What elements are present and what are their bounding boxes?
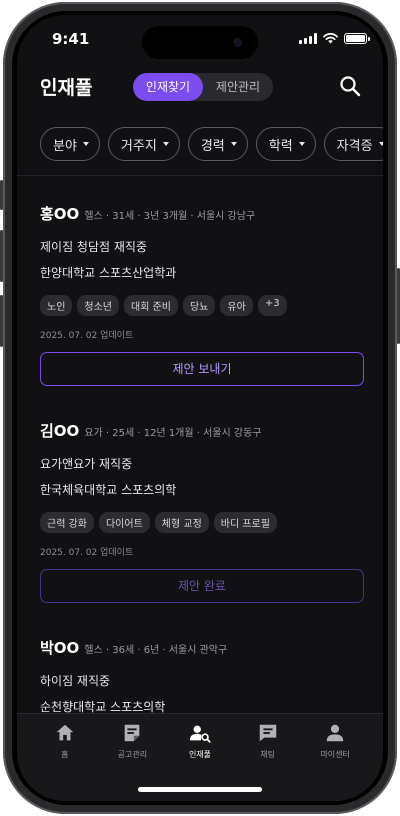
status-icons — [299, 33, 370, 44]
tab-label: 홈 — [61, 750, 69, 759]
candidate-workplace: 하이짐 재직중 — [40, 674, 111, 688]
tab-label: 마이센터 — [320, 750, 350, 759]
filter-bar: 분야 거주지 경력 학력 자격증 — [40, 127, 383, 161]
chevron-down-icon — [378, 142, 383, 146]
candidate-name: 김OO — [40, 422, 80, 440]
tag: 다이어트 — [98, 512, 150, 533]
tab-label: 공고관리 — [117, 750, 148, 759]
chevron-down-icon — [298, 142, 305, 146]
tab-home[interactable]: 홈 — [37, 722, 93, 760]
filter-label: 경력 — [200, 138, 225, 154]
filter-label: 거주지 — [120, 138, 157, 154]
candidate-meta: 헬스 · 36세 · 6년 · 서울시 관악구 — [84, 645, 228, 656]
tag: 바디 프로필 — [213, 512, 277, 533]
chevron-down-icon — [162, 142, 169, 146]
filter-label: 자격증 — [336, 138, 373, 154]
candidate-meta: 요가 · 25세 · 12년 1개월 · 서울시 강동구 — [84, 428, 262, 439]
updated-date: 2025. 07. 02 업데이트 — [40, 331, 134, 341]
screen: 9:41 인재풀 인재찾기 제안관리 분야 거주지 경력 학력 자격증 홍OO … — [17, 15, 383, 801]
status-time: 9:41 — [52, 30, 90, 48]
filter-residence[interactable]: 거주지 — [107, 127, 180, 161]
chevron-down-icon — [82, 142, 89, 146]
divider — [17, 175, 383, 176]
filter-certificate[interactable]: 자격증 — [323, 127, 383, 161]
candidate-meta: 헬스 · 31세 · 3년 3개월 · 서울시 강남구 — [84, 211, 256, 222]
dynamic-island — [142, 26, 258, 59]
page-title: 인재풀 — [40, 77, 93, 99]
tab-chat[interactable]: 채팅 — [240, 722, 296, 760]
tag: 청소년 — [77, 295, 120, 316]
side-button — [0, 180, 3, 210]
tab-posting[interactable]: 공고관리 — [104, 722, 160, 760]
candidate-card[interactable]: 김OO 요가 · 25세 · 12년 1개월 · 서울시 강동구 요가앤요가 재… — [40, 420, 364, 603]
tag: 유아 — [220, 295, 253, 316]
side-button — [0, 295, 3, 347]
tag-list: 근력 강화 다이어트 체형 교정 바디 프로필 — [40, 512, 364, 533]
tag-more: +3 — [257, 295, 287, 316]
tab-label: 인재풀 — [188, 750, 212, 759]
posting-icon — [125, 724, 140, 742]
segment-control: 인재찾기 제안관리 — [133, 73, 273, 101]
offer-complete-button[interactable]: 제안 완료 — [40, 569, 364, 603]
battery-icon — [344, 33, 370, 44]
tag: 대회 준비 — [124, 295, 178, 316]
tag: 당뇨 — [183, 295, 216, 316]
filter-label: 학력 — [268, 138, 293, 154]
tag: 노인 — [40, 295, 73, 316]
tab-my-center[interactable]: 마이센터 — [307, 722, 363, 760]
filter-education[interactable]: 학력 — [255, 127, 316, 161]
chat-icon — [259, 724, 276, 742]
home-indicator — [138, 787, 262, 792]
side-button — [0, 230, 3, 282]
candidate-education: 한국체육대학교 스포츠의학 — [40, 483, 177, 497]
updated-date: 2025. 07. 02 업데이트 — [40, 548, 134, 558]
send-offer-button[interactable]: 제안 보내기 — [40, 352, 364, 386]
segment-talent-search[interactable]: 인재찾기 — [133, 73, 203, 101]
candidate-card[interactable]: 박OO 헬스 · 36세 · 6년 · 서울시 관악구 하이짐 재직중 순천향대… — [40, 637, 364, 715]
person-icon — [326, 724, 344, 742]
segment-offer-management[interactable]: 제안관리 — [203, 73, 273, 101]
candidate-name: 박OO — [40, 639, 80, 657]
filter-career[interactable]: 경력 — [187, 127, 248, 161]
candidate-workplace: 제이짐 청담점 재직중 — [40, 240, 147, 254]
filter-field[interactable]: 분야 — [40, 127, 100, 161]
talent-search-icon — [189, 725, 211, 743]
chevron-down-icon — [230, 142, 237, 146]
wifi-icon — [323, 33, 338, 44]
candidate-workplace: 요가앤요가 재직중 — [40, 457, 133, 471]
tab-label: 채팅 — [260, 750, 275, 759]
search-icon[interactable] — [339, 75, 361, 97]
status-bar: 9:41 — [17, 15, 383, 65]
home-icon — [56, 724, 74, 741]
tag: 체형 교정 — [154, 512, 209, 533]
tab-talent-pool[interactable]: 인재풀 — [172, 722, 228, 760]
candidate-education: 한양대학교 스포츠산업학과 — [40, 266, 177, 280]
candidate-name: 홍OO — [40, 205, 80, 223]
candidate-card[interactable]: 홍OO 헬스 · 31세 · 3년 3개월 · 서울시 강남구 제이짐 청담점 … — [40, 203, 364, 386]
bottom-tab-bar: 홈 공고관리 인재풀 채팅 마이센터 — [17, 713, 383, 801]
filter-label: 분야 — [53, 138, 77, 154]
app-header: 인재풀 인재찾기 제안관리 — [17, 69, 383, 105]
camera-icon — [233, 38, 242, 47]
tag-list: 노인 청소년 대회 준비 당뇨 유아 +3 — [40, 295, 364, 316]
tag: 근력 강화 — [40, 512, 94, 533]
signal-icon — [299, 33, 317, 44]
